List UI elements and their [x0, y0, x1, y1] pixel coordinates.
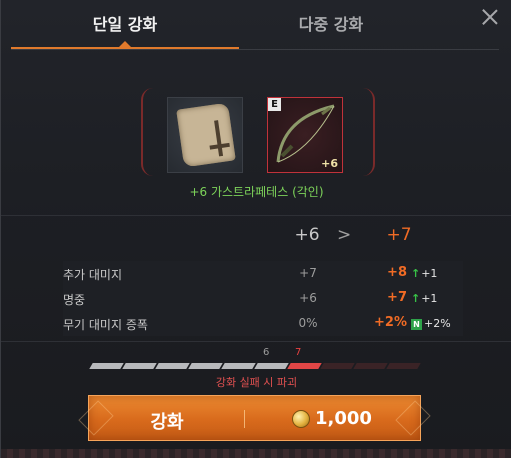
- progress-segment: [155, 363, 190, 369]
- stat-next: +7: [387, 290, 407, 305]
- ornament: [395, 400, 431, 436]
- stat-next: +8: [387, 265, 407, 280]
- divider: [1, 341, 511, 342]
- right-bracket-ornament: [357, 88, 375, 176]
- item-name: +6 가스트라페테스 (각인): [189, 185, 324, 199]
- stat-row: 추가 대미지 +7 +8 ↑+1: [63, 261, 463, 286]
- enhance-scroll-icon: [176, 102, 236, 168]
- stat-name: 무기 대미지 증폭: [63, 318, 148, 332]
- stat-diff: ↑+1: [411, 292, 438, 305]
- stat-next: +2%: [374, 315, 407, 330]
- fail-warning: 강화 실패 시 파괴: [215, 376, 298, 389]
- stat-name: 추가 대미지: [63, 268, 123, 282]
- gold-coin-icon: [292, 410, 310, 428]
- next-level: +7: [386, 225, 412, 245]
- tab-divider: [11, 49, 499, 50]
- current-level: +6: [294, 225, 320, 245]
- divider: [1, 215, 511, 216]
- active-tab-caret: [119, 41, 131, 47]
- stat-row: 명중 +6 +7 ↑+1: [63, 286, 463, 311]
- stats-table: 추가 대미지 +7 +8 ↑+1 명중 +6 +7 ↑+1 무기 대미지 증폭 …: [63, 261, 463, 336]
- stat-name: 명중: [63, 293, 86, 307]
- level-arrow: >: [337, 225, 352, 245]
- stat-current: 0%: [298, 316, 318, 330]
- progress-segment: [122, 363, 157, 369]
- enhance-panel: 단일 강화 다중 강화 E +6 +6 가스트라페테스 (각인) +6 > +7…: [0, 0, 511, 458]
- progress-segment: [386, 363, 421, 369]
- enhance-button-label: 강화: [150, 412, 184, 433]
- stat-current: +7: [299, 266, 317, 280]
- progress-segment: [353, 363, 388, 369]
- stat-row: 무기 대미지 증폭 0% +2% N +2%: [63, 311, 463, 336]
- button-divider: [244, 410, 245, 428]
- enhance-progress-bar: [88, 363, 421, 369]
- progress-label-next: 7: [295, 347, 302, 358]
- tab-multi-enhance[interactable]: 다중 강화: [251, 0, 411, 50]
- progress-segment: [89, 363, 124, 369]
- stat-diff: ↑+1: [411, 267, 438, 280]
- left-bracket-ornament: [141, 88, 159, 176]
- up-arrow-icon: ↑: [411, 292, 421, 305]
- scroll-slot[interactable]: [167, 97, 243, 173]
- new-badge-icon: N: [411, 319, 422, 330]
- tab-bar: 단일 강화 다중 강화: [11, 0, 499, 50]
- progress-segment: [221, 363, 256, 369]
- weapon-level-badge: +6: [321, 157, 338, 170]
- grade-badge: E: [268, 98, 281, 111]
- progress-segment: [320, 363, 355, 369]
- up-arrow-icon: ↑: [411, 267, 421, 280]
- stat-diff: N +2%: [411, 317, 451, 330]
- progress-segment: [188, 363, 223, 369]
- progress-segment: [254, 363, 289, 369]
- enhance-button[interactable]: 강화 1,000: [78, 395, 431, 441]
- weapon-slot[interactable]: E +6: [267, 97, 343, 173]
- progress-label-current: 6: [263, 347, 270, 358]
- stat-current: +6: [299, 291, 317, 305]
- enhance-cost: 1,000: [315, 408, 372, 429]
- progress-segment: [287, 363, 322, 369]
- bottom-ornament-bar: [1, 449, 511, 458]
- close-icon[interactable]: [479, 6, 501, 28]
